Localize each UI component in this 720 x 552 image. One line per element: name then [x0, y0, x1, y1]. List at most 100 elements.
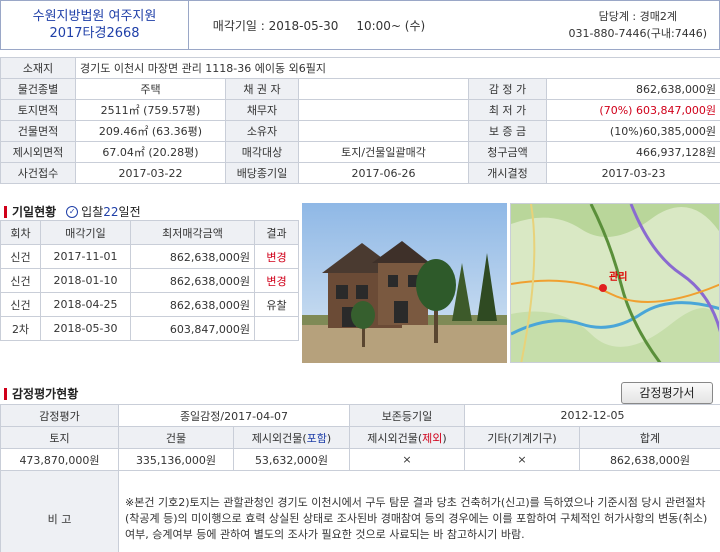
bid-countdown-days: 22	[103, 204, 119, 219]
minimum-price-value: (70%) 603,847,000원	[545, 99, 720, 121]
table-row: 건물면적 209.46㎡ (63.36평) 소유자 보 증 금 (10%)60,…	[0, 120, 720, 142]
department: 담당계 : 경매2계	[598, 10, 677, 23]
appraisal-report-button[interactable]: 감정평가서	[621, 382, 713, 404]
table-row: 소재지 경기도 이천시 마장면 관리 1118-36 에이동 외6필지	[0, 57, 720, 79]
house-photo-image	[302, 203, 507, 363]
price-cell: 603,847,000원	[130, 316, 255, 341]
bid-countdown: ✓ 입찰 22 일전	[66, 203, 141, 220]
col-extra-included: 제시외건물(포함)	[233, 426, 350, 449]
extra-area-label: 제시외면적	[0, 141, 76, 163]
table-row: 신건 2017-11-01 862,638,000원 변경	[0, 244, 299, 269]
phone-number: 031-880-7446(구내:7446)	[568, 27, 707, 40]
property-info-table: 소재지 경기도 이천시 마장면 관리 1118-36 에이동 외6필지 물건종별…	[0, 57, 720, 184]
table-row: 473,870,000원 335,136,000원 53,632,000원 × …	[0, 448, 720, 471]
result-cell: 유찰	[254, 292, 299, 317]
auction-history-table: 회차 매각기일 최저매각금액 결과 신건 2017-11-01 862,638,…	[0, 220, 299, 341]
col-building: 건물	[118, 426, 234, 449]
sale-date: 매각기일 : 2018-05-30	[212, 18, 339, 33]
creditor-label: 채 권 자	[225, 78, 299, 100]
extra-included-value: 53,632,000원	[233, 448, 350, 471]
registry-date-label: 보존등기일	[349, 404, 465, 427]
round-cell: 신건	[0, 268, 41, 293]
dividend-deadline-label: 배당종기일	[225, 162, 299, 184]
sale-date-block: 매각기일 : 2018-05-30 10:00~ (수)	[189, 1, 449, 49]
sale-target-value: 토지/건물일괄매각	[298, 141, 469, 163]
property-photo[interactable]	[302, 203, 507, 363]
col-machinery: 기타(기계기구)	[464, 426, 580, 449]
table-row: 사건접수 2017-03-22 배당종기일 2017-06-26 개시결정 20…	[0, 162, 720, 184]
land-area-label: 토지면적	[0, 99, 76, 121]
note-label: 비 고	[0, 470, 119, 552]
appraisal-label: 감정평가	[0, 404, 119, 427]
table-row: 제시외면적 67.04㎡ (20.28평) 매각대상 토지/건물일괄매각 청구금…	[0, 141, 720, 163]
history-section-title: 기일현황 ✓ 입찰 22 일전	[4, 203, 141, 220]
col-sale-date: 매각기일	[40, 220, 131, 245]
total-value: 862,638,000원	[579, 448, 720, 471]
table-row: 신건 2018-04-25 862,638,000원 유찰	[0, 292, 299, 317]
date-cell: 2018-05-30	[40, 316, 131, 341]
price-cell: 862,638,000원	[130, 244, 255, 269]
commencement-label: 개시결정	[468, 162, 547, 184]
table-row: 신건 2018-01-10 862,638,000원 변경	[0, 268, 299, 293]
note-text: ※본건 기호2)토지는 관할관청인 경기도 이천시에서 구두 탐문 결과 당초 …	[118, 470, 720, 552]
table-header-row: 토지 건물 제시외건물(포함) 제시외건물(제외) 기타(기계기구) 합계	[0, 426, 720, 449]
price-cell: 862,638,000원	[130, 268, 255, 293]
commencement-value: 2017-03-23	[545, 162, 720, 184]
building-area-label: 건물면적	[0, 120, 76, 142]
round-cell: 2차	[0, 316, 41, 341]
contact-block: 담당계 : 경매2계 031-880-7446(구내:7446)	[449, 1, 719, 49]
col-min-price: 최저매각금액	[130, 220, 255, 245]
map-image: 관리	[511, 204, 719, 362]
round-cell: 신건	[0, 292, 41, 317]
table-row: 물건종별 주택 채 권 자 감 정 가 862,638,000원	[0, 78, 720, 100]
appraisal-price-value: 862,638,000원	[545, 78, 720, 100]
section-marker	[4, 205, 7, 218]
table-header-row: 회차 매각기일 최저매각금액 결과	[0, 220, 299, 245]
col-total: 합계	[579, 426, 720, 449]
case-received-label: 사건접수	[0, 162, 76, 184]
minimum-price-label: 최 저 가	[468, 99, 547, 121]
col-round: 회차	[0, 220, 41, 245]
case-number: 2017타경2668	[49, 26, 140, 41]
registry-date-value: 2012-12-05	[464, 404, 720, 427]
land-value: 473,870,000원	[0, 448, 119, 471]
appraisal-price-label: 감 정 가	[468, 78, 547, 100]
table-row: 비 고 ※본건 기호2)토지는 관할관청인 경기도 이천시에서 구두 탐문 결과…	[0, 470, 720, 552]
dividend-deadline-value: 2017-06-26	[298, 162, 469, 184]
bid-countdown-prefix: 입찰	[81, 205, 104, 219]
location-map[interactable]: 관리	[510, 203, 720, 363]
table-row: 2차 2018-05-30 603,847,000원	[0, 316, 299, 341]
price-cell: 862,638,000원	[130, 292, 255, 317]
building-area-value: 209.46㎡ (63.36평)	[75, 120, 226, 142]
date-cell: 2018-01-10	[40, 268, 131, 293]
address-value: 경기도 이천시 마장면 관리 1118-36 에이동 외6필지	[74, 57, 720, 79]
appraisal-title: 감정평가현황	[12, 387, 79, 401]
debtor-label: 채무자	[225, 99, 299, 121]
building-value: 335,136,000원	[118, 448, 234, 471]
claim-amount-label: 청구금액	[468, 141, 547, 163]
result-cell: 변경	[254, 268, 299, 293]
debtor-value	[298, 99, 469, 121]
appraisal-section-title: 감정평가현황	[4, 385, 78, 402]
result-cell	[254, 316, 299, 341]
property-type-label: 물건종별	[0, 78, 76, 100]
land-area-value: 2511㎡ (759.57평)	[75, 99, 226, 121]
bid-countdown-suffix: 일전	[118, 205, 141, 219]
sale-time: 10:00~ (수)	[356, 18, 426, 33]
table-row: 토지면적 2511㎡ (759.57평) 채무자 최 저 가 (70%) 603…	[0, 99, 720, 121]
appraisal-table: 감정평가 종일감정/2017-04-07 보존등기일 2012-12-05 토지…	[0, 404, 720, 552]
machinery-value: ×	[464, 448, 580, 471]
court-name: 수원지방법원 여주지원	[32, 9, 157, 24]
owner-value	[298, 120, 469, 142]
deposit-value: (10%)60,385,000원	[545, 120, 720, 142]
check-icon: ✓	[66, 205, 79, 218]
extra-excluded-value: ×	[349, 448, 465, 471]
round-cell: 신건	[0, 244, 41, 269]
col-land: 토지	[0, 426, 119, 449]
map-location-label: 관리	[609, 270, 627, 283]
case-received-value: 2017-03-22	[75, 162, 226, 184]
col-result: 결과	[254, 220, 299, 245]
col-extra-excluded: 제시외건물(제외)	[349, 426, 465, 449]
section-marker	[4, 387, 7, 400]
extra-area-value: 67.04㎡ (20.28평)	[75, 141, 226, 163]
